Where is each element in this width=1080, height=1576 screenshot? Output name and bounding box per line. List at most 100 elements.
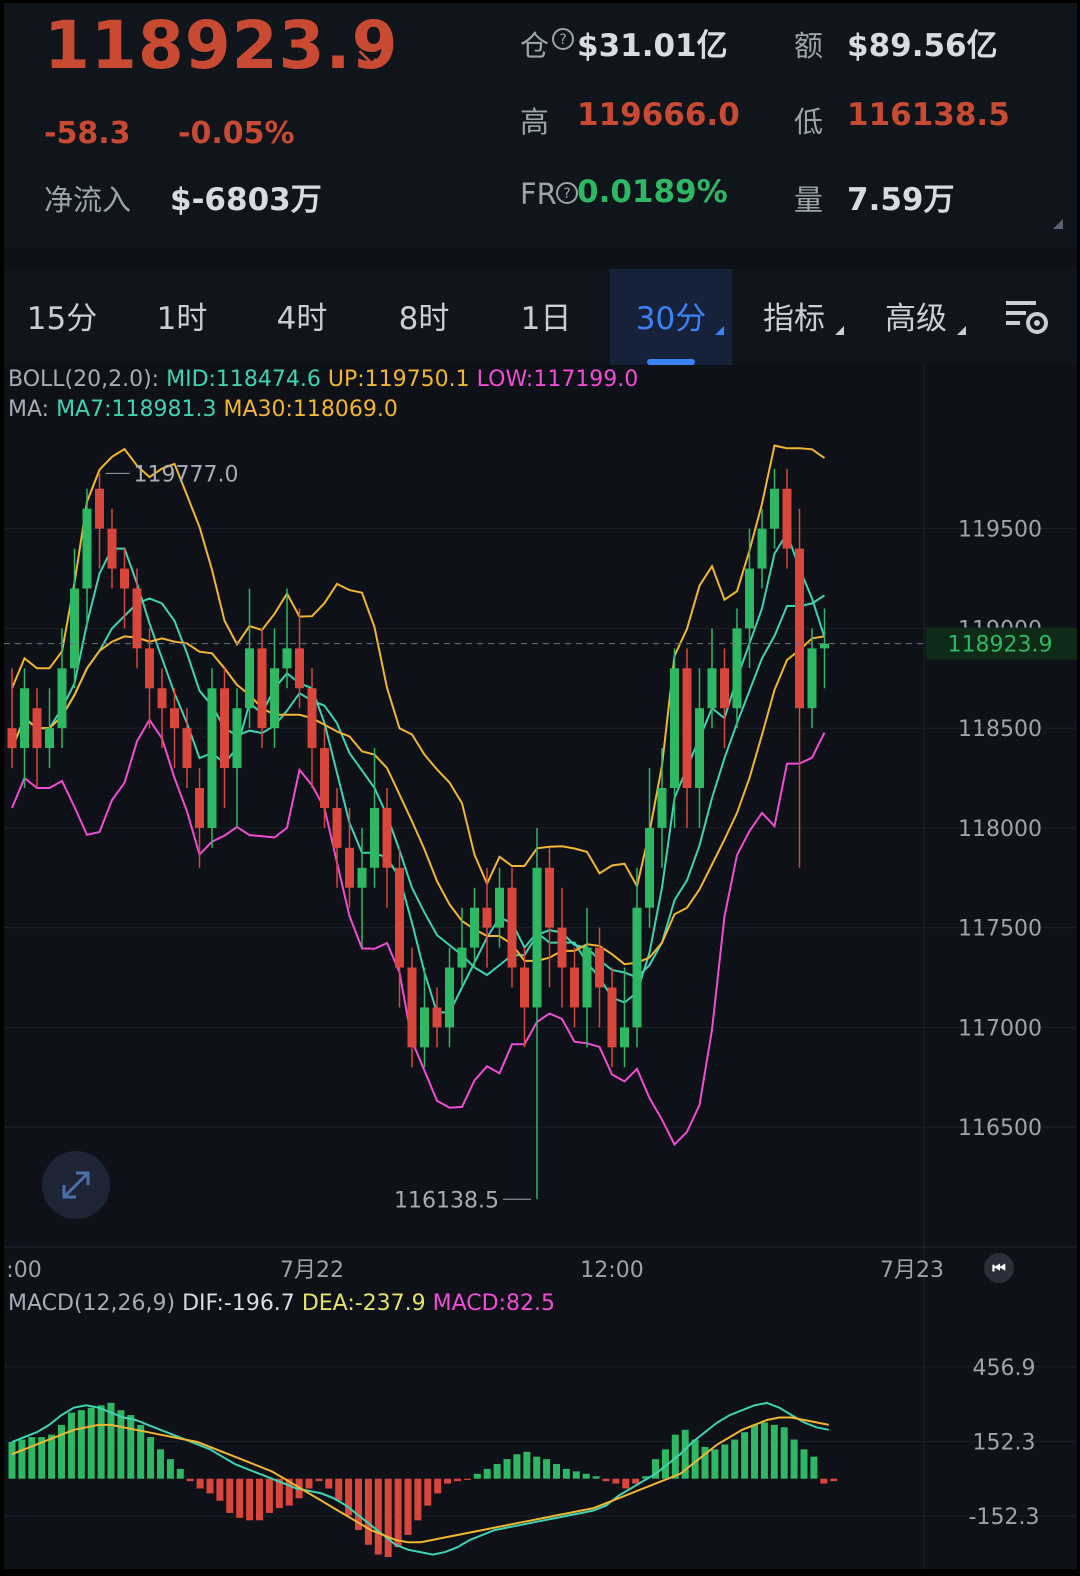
macd-bar [127,1415,135,1479]
candle-body [682,668,692,788]
rewind-to-latest-icon[interactable]: ⏮ [984,1253,1014,1283]
collapse-corner-icon[interactable] [1053,219,1063,229]
macd-bar [553,1464,560,1479]
tab-indicators-label: 指标 [763,301,825,337]
tab-30m[interactable]: 30分 [610,269,732,365]
candle-body [207,688,217,828]
macd-bar [810,1456,818,1479]
macd-bar [157,1449,164,1479]
tab-15m[interactable]: 15分 [4,269,120,365]
candle-body [182,728,192,769]
candle-body [345,847,354,888]
macd-bar [315,1478,323,1482]
macd-bar [473,1473,481,1479]
tab-advanced[interactable]: 高级 [858,269,974,365]
macd-chart[interactable]: 456.9 152.3 -152.3 [4,1287,1077,1569]
tab-8h[interactable]: 8时 [366,269,482,365]
macd-tick-label: -152.3 [969,1505,1040,1530]
expand-chart-button[interactable] [42,1151,110,1219]
candle-body [770,488,779,529]
candle-body [145,648,154,689]
macd-bar [394,1478,402,1548]
candle-body [132,588,142,649]
macd-bar [503,1459,511,1479]
macd-bar [444,1478,452,1484]
macd-bar [414,1478,422,1521]
candle-body [370,807,379,868]
candle-body [707,668,717,709]
volume-value: 7.59万 [847,182,955,218]
macd-bar [800,1449,808,1479]
macd-bar [741,1432,749,1479]
price-change: -58.3 [44,116,131,151]
macd-tick-label: 152.3 [973,1430,1036,1455]
funding-rate-help-icon[interactable]: ? [555,181,579,205]
macd-bar [572,1471,580,1479]
price-down-arrow-icon: ↘ [354,39,381,77]
last-price: 118923.9 [44,7,399,84]
macd-bar [216,1478,224,1501]
last-price-label: 118923.9 [948,633,1053,658]
candlestick-chart[interactable]: 1195001190001185001180001175001170001165… [4,365,1077,1287]
macd-bar [77,1410,85,1479]
candle-body [657,788,667,828]
timeframe-tabs: 15分 1时 4时 8时 1日 30分 指标 高级 [4,269,1077,365]
candle-body [420,1007,429,1048]
price-change-percent: -0.05% [178,116,295,151]
macd-bar [493,1464,501,1479]
candle-body [20,688,29,749]
candle-body [232,708,242,769]
funding-rate-label: FR [520,177,557,211]
x-tick-label: 7月22 [280,1258,344,1283]
macd-bar [543,1459,551,1479]
macd-bar [454,1478,461,1482]
y-tick-label: 119500 [958,518,1042,543]
macd-bar [117,1410,125,1479]
candle-body [570,967,579,1008]
tab-indicators[interactable]: 指标 [736,269,852,365]
macd-bar [711,1449,719,1479]
macd-bar [246,1478,254,1521]
candle-body [557,927,567,968]
low-label: 低 [794,105,824,139]
tab-4h[interactable]: 4时 [244,269,360,365]
candle-body [270,668,279,729]
candle-body [582,947,592,1008]
question-circle-icon[interactable]: ? [551,27,575,51]
macd-bar [236,1478,244,1518]
candle-body [195,788,204,828]
candle-body [645,827,654,908]
ticker-header: 118923.9 ↘ -58.3 -0.05% 净流入 $-6803万 仓 ? … [4,3,1077,248]
macd-bar [196,1478,204,1489]
macd-bar [325,1478,333,1489]
tab-1h[interactable]: 1时 [124,269,240,365]
macd-bar [8,1442,16,1479]
macd-bar [28,1437,36,1479]
macd-bar [434,1478,442,1494]
candle-body [95,488,104,529]
ma30-line [11,635,825,966]
tab-1d[interactable]: 1日 [488,269,604,365]
candle-body [395,867,404,968]
candle-body [495,887,504,928]
candle-body [595,947,604,988]
candle-body [457,947,467,968]
chart-settings-icon[interactable] [1004,295,1052,339]
macd-bar [384,1478,392,1557]
candle-body [470,907,479,948]
candle-body [45,728,54,749]
macd-bar [760,1422,768,1479]
macd-tick-label: 456.9 [973,1356,1036,1381]
open-interest-label: 仓 [520,29,550,63]
macd-bar [751,1424,758,1479]
candle-body [320,748,329,808]
macd-bar [67,1412,75,1479]
tab-advanced-label: 高级 [885,301,947,337]
turnover-value: $89.56亿 [847,28,998,64]
high-value: 119666.0 [577,97,740,133]
macd-bar [374,1478,382,1555]
macd-bar [87,1407,95,1479]
volume-label: 量 [794,183,824,217]
open-interest-value: $31.01亿 [577,28,728,64]
low-value: 116138.5 [847,97,1010,133]
